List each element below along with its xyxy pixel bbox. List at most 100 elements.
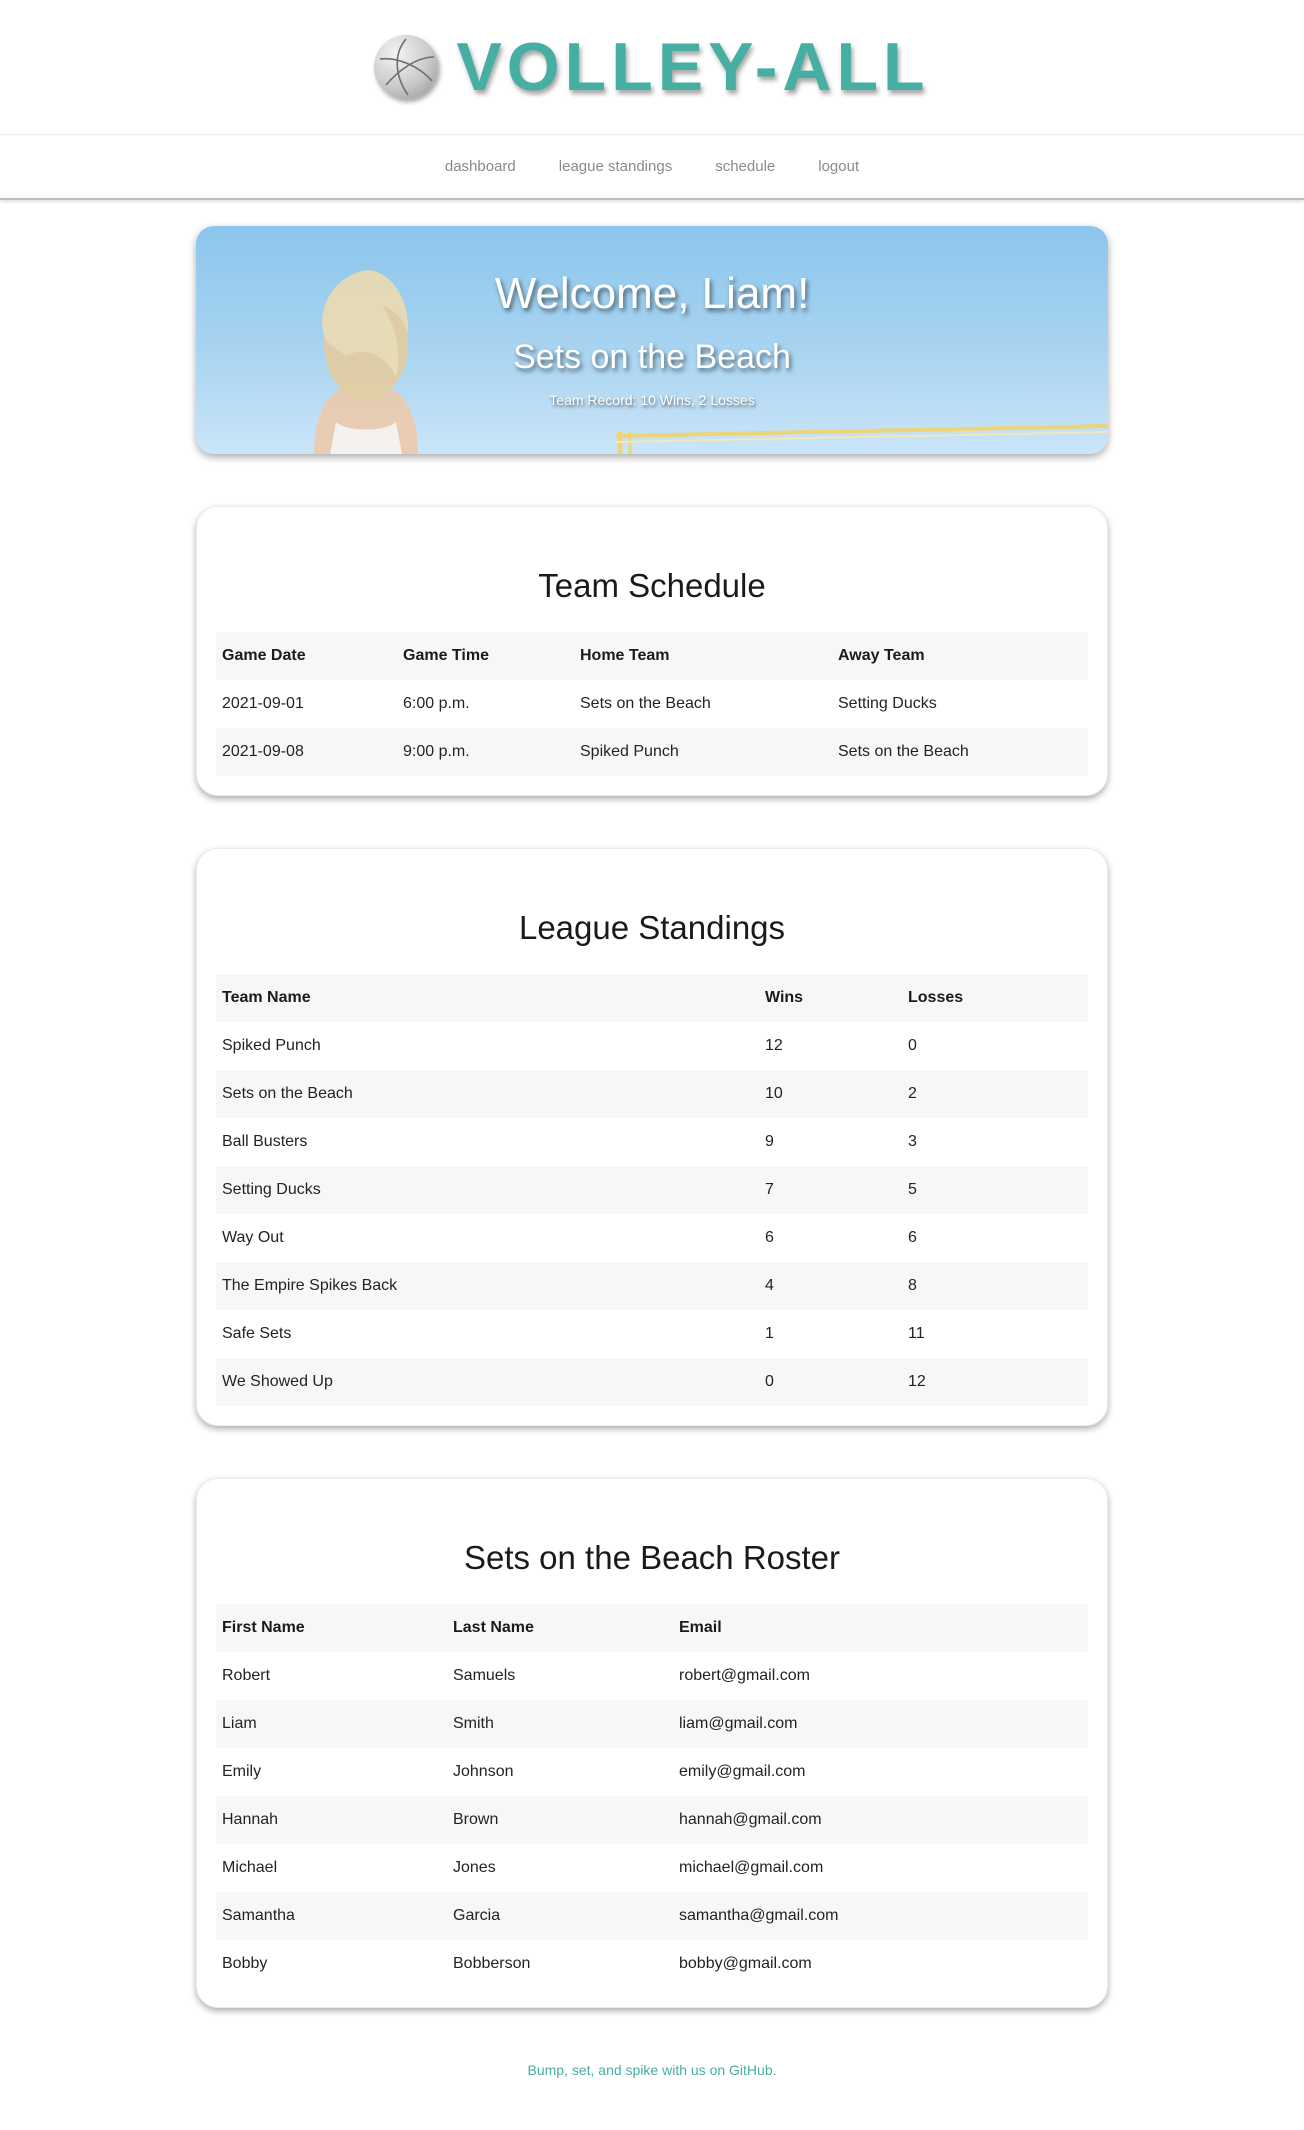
table-cell: michael@gmail.com xyxy=(679,1859,824,1876)
column-header: Email xyxy=(679,1619,722,1636)
table-header-row: First Name Last Name Email xyxy=(216,1604,1088,1652)
table-row: Sets on the Beach 10 2 xyxy=(216,1070,1088,1118)
table-cell: Spiked Punch xyxy=(222,1037,321,1054)
table-cell: Michael xyxy=(222,1859,278,1876)
table-cell: 5 xyxy=(908,1181,917,1198)
table-cell: Liam xyxy=(222,1715,257,1732)
table-cell: Way Out xyxy=(222,1229,284,1246)
column-header: Away Team xyxy=(838,647,925,664)
table-cell: 2 xyxy=(908,1085,917,1102)
github-link[interactable]: Bump, set, and spike with us on GitHub. xyxy=(527,2062,776,2078)
table-cell: 6 xyxy=(765,1229,774,1246)
table-row: 2021-09-08 9:00 p.m. Spiked Punch Sets o… xyxy=(216,728,1088,776)
table-cell: Johnson xyxy=(453,1763,514,1780)
column-header: Team Name xyxy=(222,989,311,1006)
table-row: The Empire Spikes Back 4 8 xyxy=(216,1262,1088,1310)
table-cell: bobby@gmail.com xyxy=(679,1955,812,1972)
table-cell: liam@gmail.com xyxy=(679,1715,798,1732)
table-row: Emily Johnson emily@gmail.com xyxy=(216,1748,1088,1796)
table-cell: Sets on the Beach xyxy=(580,695,711,712)
column-header: Game Time xyxy=(403,647,489,664)
table-cell: 2021-09-08 xyxy=(222,743,304,760)
volleyball-icon xyxy=(374,35,439,99)
table-cell: Ball Busters xyxy=(222,1133,308,1150)
league-standings-card: League Standings Team Name Wins Losses S… xyxy=(196,848,1108,1426)
table-row: Robert Samuels robert@gmail.com xyxy=(216,1652,1088,1700)
table-row: Setting Ducks 7 5 xyxy=(216,1166,1088,1214)
table-cell: Sets on the Beach xyxy=(222,1085,353,1102)
table-row: Michael Jones michael@gmail.com xyxy=(216,1844,1088,1892)
site-logo[interactable]: VOLLEY-ALL xyxy=(456,33,929,101)
table-cell: We Showed Up xyxy=(222,1373,333,1390)
column-header: First Name xyxy=(222,1619,305,1636)
table-cell: 10 xyxy=(765,1085,783,1102)
nav-logout[interactable]: logout xyxy=(818,158,859,175)
nav-dashboard[interactable]: dashboard xyxy=(445,158,516,175)
team-roster-card: Sets on the Beach Roster First Name Last… xyxy=(196,1478,1108,2008)
schedule-table: Game Date Game Time Home Team Away Team … xyxy=(216,632,1088,776)
column-header: Home Team xyxy=(580,647,670,664)
main-content: Welcome, Liam! Sets on the Beach Team Re… xyxy=(196,226,1108,2108)
table-cell: Safe Sets xyxy=(222,1325,292,1342)
table-cell: 12 xyxy=(765,1037,783,1054)
table-cell: The Empire Spikes Back xyxy=(222,1277,398,1294)
team-roster-title: Sets on the Beach Roster xyxy=(463,1539,841,1576)
table-header-row: Team Name Wins Losses xyxy=(216,974,1088,1022)
table-cell: Hannah xyxy=(222,1811,279,1828)
table-row: Bobby Bobberson bobby@gmail.com xyxy=(216,1940,1088,1988)
team-name-heading: Sets on the Beach xyxy=(513,338,791,376)
table-cell: Bobby xyxy=(222,1955,268,1972)
table-cell: 6:00 p.m. xyxy=(403,695,470,712)
table-cell: 1 xyxy=(765,1325,774,1342)
team-schedule-card: Team Schedule Game Date Game Time Home T… xyxy=(196,506,1108,796)
team-record: Team Record: 10 Wins, 2 Losses xyxy=(549,392,755,408)
column-header: Losses xyxy=(908,989,964,1006)
column-header: Wins xyxy=(765,989,804,1006)
table-cell: Emily xyxy=(222,1763,262,1780)
table-cell: Setting Ducks xyxy=(222,1181,321,1198)
table-cell: Brown xyxy=(453,1811,499,1828)
site-footer: Bump, set, and spike with us on GitHub. xyxy=(196,2062,1108,2108)
table-cell: 8 xyxy=(908,1277,917,1294)
table-cell: Jones xyxy=(453,1859,496,1876)
table-cell: 0 xyxy=(765,1373,774,1390)
table-cell: 3 xyxy=(908,1133,917,1150)
table-cell: 4 xyxy=(765,1277,774,1294)
team-schedule-title: Team Schedule xyxy=(538,567,766,604)
nav-schedule[interactable]: schedule xyxy=(715,158,775,175)
column-header: Last Name xyxy=(453,1619,534,1636)
table-cell: 9:00 p.m. xyxy=(403,743,470,760)
table-row: Hannah Brown hannah@gmail.com xyxy=(216,1796,1088,1844)
table-header-row: Game Date Game Time Home Team Away Team xyxy=(216,632,1088,680)
table-cell: Robert xyxy=(222,1667,271,1684)
table-cell: Sets on the Beach xyxy=(838,743,969,760)
table-cell: Samuels xyxy=(453,1667,516,1684)
table-cell: Smith xyxy=(453,1715,494,1732)
table-cell: 6 xyxy=(908,1229,917,1246)
table-cell: Samantha xyxy=(222,1907,295,1924)
table-cell: 0 xyxy=(908,1037,917,1054)
column-header: Game Date xyxy=(222,647,306,664)
table-cell: 12 xyxy=(908,1373,926,1390)
table-cell: 9 xyxy=(765,1133,774,1150)
table-cell: samantha@gmail.com xyxy=(679,1907,839,1924)
site-header: VOLLEY-ALL xyxy=(0,0,1304,134)
table-cell: robert@gmail.com xyxy=(679,1667,810,1684)
table-cell: Bobberson xyxy=(453,1955,531,1972)
table-row: 2021-09-01 6:00 p.m. Sets on the Beach S… xyxy=(216,680,1088,728)
nav-league-standings[interactable]: league standings xyxy=(559,158,672,175)
table-row: Safe Sets 1 11 xyxy=(216,1310,1088,1358)
welcome-banner: Welcome, Liam! Sets on the Beach Team Re… xyxy=(196,226,1108,454)
table-row: We Showed Up 0 12 xyxy=(216,1358,1088,1406)
table-row: Samantha Garcia samantha@gmail.com xyxy=(216,1892,1088,1940)
league-standings-title: League Standings xyxy=(518,909,786,946)
table-row: Way Out 6 6 xyxy=(216,1214,1088,1262)
table-row: Liam Smith liam@gmail.com xyxy=(216,1700,1088,1748)
standings-table: Team Name Wins Losses Spiked Punch 12 0 … xyxy=(216,974,1088,1406)
table-cell: 2021-09-01 xyxy=(222,695,304,712)
table-cell: Spiked Punch xyxy=(580,743,679,760)
table-cell: Setting Ducks xyxy=(838,695,937,712)
main-nav: dashboard league standings schedule logo… xyxy=(0,134,1304,200)
table-cell: hannah@gmail.com xyxy=(679,1811,822,1828)
table-row: Spiked Punch 12 0 xyxy=(216,1022,1088,1070)
